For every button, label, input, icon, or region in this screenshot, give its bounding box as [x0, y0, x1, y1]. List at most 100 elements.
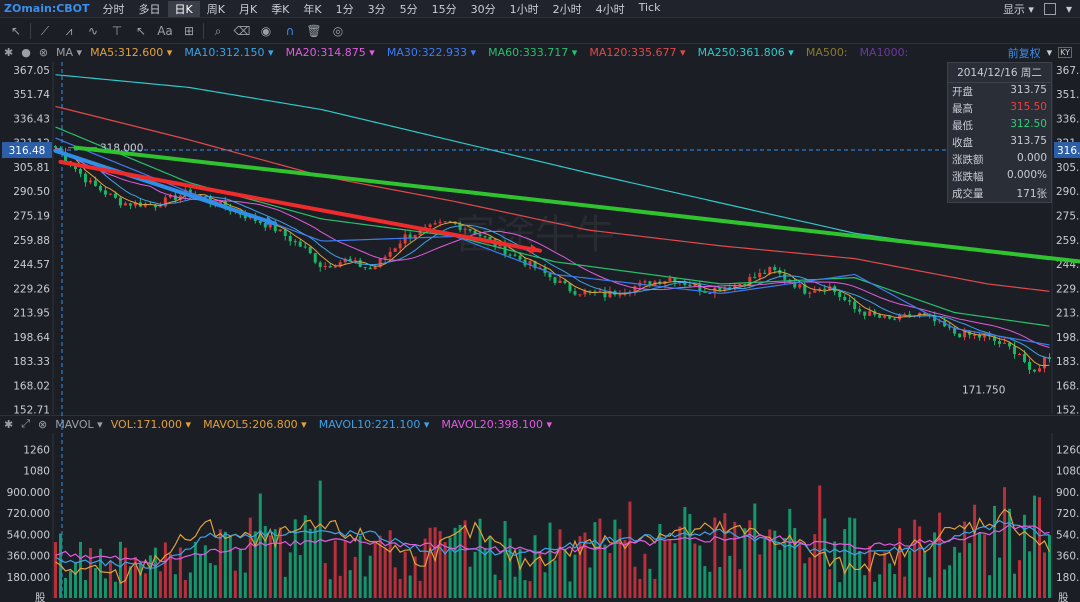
- vol-tick-label-right: 1080: [1056, 466, 1080, 478]
- volume-bar: [473, 551, 477, 598]
- trend-arrow-line: [58, 159, 543, 253]
- ma-legend-item[interactable]: MA20:314.875 ▾: [286, 46, 375, 59]
- checkbox-icon[interactable]: [1043, 2, 1056, 15]
- info-date: 2014/12/16 周二: [948, 63, 1051, 83]
- vol-legend-item[interactable]: MAVOL20:398.100 ▾: [441, 418, 552, 431]
- eye-icon[interactable]: ◉: [254, 20, 278, 42]
- volume-bar: [428, 527, 432, 598]
- close-icon[interactable]: ⊗: [39, 46, 48, 59]
- tab-period[interactable]: 30分: [464, 1, 503, 17]
- tab-period[interactable]: 多日: [132, 1, 168, 17]
- volume-bar: [213, 565, 217, 598]
- candle-body: [273, 222, 277, 232]
- ma-indicator-name[interactable]: MA ▾: [56, 46, 82, 59]
- tab-period[interactable]: 日K: [167, 0, 200, 17]
- volume-bar: [953, 546, 957, 598]
- volume-bar: [483, 548, 487, 598]
- axis-settings-icon[interactable]: KY: [1058, 47, 1072, 58]
- tab-period[interactable]: Tick: [632, 1, 668, 17]
- ma-legend-item[interactable]: MA10:312.150 ▾: [184, 46, 273, 59]
- volume-bar: [578, 536, 582, 598]
- candle-body: [188, 189, 192, 196]
- hline-icon[interactable]: ⊤: [105, 20, 129, 42]
- settings-icon[interactable]: ✱: [4, 46, 13, 59]
- candle-body: [658, 281, 662, 284]
- wave-icon[interactable]: ∿: [81, 20, 105, 42]
- candle-body: [348, 258, 352, 261]
- candle-body: [548, 273, 552, 278]
- polyline-icon[interactable]: ⩘: [57, 20, 81, 42]
- candle-body: [1008, 342, 1012, 347]
- tab-period[interactable]: 年K: [296, 1, 328, 17]
- eraser-icon[interactable]: ⌫: [230, 20, 254, 42]
- tab-period[interactable]: 周K: [200, 1, 232, 17]
- volume-bar: [68, 570, 72, 598]
- settings-icon[interactable]: ✱: [4, 418, 13, 431]
- display-menu[interactable]: 显示 ▾: [1003, 1, 1034, 17]
- vol-indicator-name[interactable]: MAVOL ▾: [55, 418, 102, 431]
- volume-bar: [968, 543, 972, 598]
- candle-body: [703, 291, 707, 293]
- volume-bar: [108, 560, 112, 598]
- price-adjust-control[interactable]: 前复权 ▾ KY: [1001, 44, 1072, 61]
- minimize-icon[interactable]: ▾: [1066, 2, 1072, 16]
- visibility-icon[interactable]: ●: [21, 46, 31, 59]
- tab-period[interactable]: 月K: [232, 1, 264, 17]
- ma-legend-item[interactable]: MA30:322.933 ▾: [387, 46, 476, 59]
- trash-icon[interactable]: 🗑: [302, 20, 326, 42]
- vol-legend-item[interactable]: MAVOL10:221.100 ▾: [319, 418, 430, 431]
- info-key: 最高: [952, 103, 973, 115]
- expand-icon[interactable]: ⤢: [21, 417, 30, 431]
- tab-period[interactable]: 1小时: [503, 1, 546, 17]
- tab-period[interactable]: 1分: [329, 1, 361, 17]
- symbol-label[interactable]: ZOmain:CBOT: [0, 2, 96, 15]
- volume-bar: [83, 579, 87, 598]
- price-tick-label-left: 213.95: [13, 308, 50, 320]
- tab-period[interactable]: 3分: [361, 1, 393, 17]
- candle-body: [378, 258, 382, 267]
- ma-legend-item[interactable]: MA1000:: [860, 46, 909, 59]
- tab-period[interactable]: 15分: [425, 1, 464, 17]
- crosshair-price-right: 316.48: [1057, 145, 1080, 157]
- candle-body: [308, 247, 312, 254]
- volume-bar: [813, 534, 817, 598]
- tab-period[interactable]: 季K: [264, 1, 296, 17]
- tab-period[interactable]: 5分: [393, 1, 425, 17]
- tab-period[interactable]: 2小时: [546, 1, 589, 17]
- tab-period[interactable]: 4小时: [589, 1, 632, 17]
- ruler-icon[interactable]: ⊞: [177, 20, 201, 42]
- ma-legend-item[interactable]: MA5:312.600 ▾: [90, 46, 172, 59]
- ma-name: MA: [56, 46, 74, 59]
- candle-body: [853, 301, 857, 310]
- cursor-icon[interactable]: ↖: [4, 20, 28, 42]
- candle-body: [783, 273, 787, 280]
- vol-legend-item[interactable]: MAVOL5:206.800 ▾: [203, 418, 307, 431]
- arrow-icon[interactable]: ↖: [129, 20, 153, 42]
- volume-bar: [848, 517, 852, 598]
- chart-canvas[interactable]: 367.05 367.05 351.74 351.74 336.43 336.43 321.…: [0, 0, 1080, 602]
- tab-period[interactable]: 分时: [96, 1, 132, 17]
- price-tick-label-left: 351.74: [13, 89, 50, 101]
- ma-legend-item[interactable]: MA120:335.677 ▾: [589, 46, 685, 59]
- candle-body: [233, 210, 237, 212]
- volume-bar: [133, 556, 137, 598]
- candle-body: [163, 197, 167, 207]
- text-icon[interactable]: Aa: [153, 20, 177, 42]
- volume-bar: [508, 538, 512, 598]
- volume-bar: [543, 572, 547, 598]
- volume-bar: [493, 574, 497, 598]
- ma-legend-item[interactable]: MA500:: [806, 46, 848, 59]
- zoom-icon[interactable]: ⌕: [206, 20, 230, 42]
- layers-icon[interactable]: ◎: [326, 20, 350, 42]
- volume-bar: [563, 550, 567, 598]
- ma-legend-item[interactable]: MA60:333.717 ▾: [488, 46, 577, 59]
- close-icon[interactable]: ⊗: [38, 418, 47, 431]
- volume-bar: [168, 553, 172, 598]
- candle-body: [833, 286, 837, 292]
- volume-bar: [1038, 497, 1042, 598]
- vol-legend-item[interactable]: VOL:171.000 ▾: [111, 418, 191, 431]
- line-icon[interactable]: ⟋: [33, 20, 57, 42]
- magnet-icon[interactable]: ∩: [278, 20, 302, 42]
- ma-legend-label: MA5:312.600: [90, 46, 164, 59]
- ma-legend-item[interactable]: MA250:361.806 ▾: [698, 46, 794, 59]
